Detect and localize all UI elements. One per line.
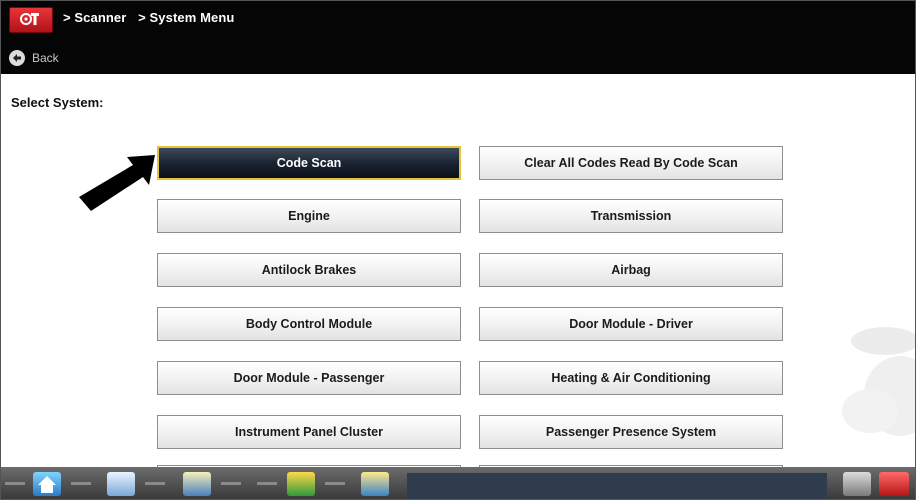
system-button-heating-air-conditioning[interactable]: Heating & Air Conditioning xyxy=(479,361,783,395)
taskbar-separator xyxy=(257,482,277,485)
taskbar-separator xyxy=(325,482,345,485)
taskbar-separator xyxy=(145,482,165,485)
system-button-instrument-panel-cluster[interactable]: Instrument Panel Cluster xyxy=(157,415,461,449)
back-button[interactable]: Back xyxy=(9,48,59,68)
system-button-body-control-module[interactable]: Body Control Module xyxy=(157,307,461,341)
system-button-door-module-driver[interactable]: Door Module - Driver xyxy=(479,307,783,341)
system-button-engine[interactable]: Engine xyxy=(157,199,461,233)
breadcrumb: > Scanner > System Menu xyxy=(63,10,242,25)
system-button-passenger-presence-system[interactable]: Passenger Presence System xyxy=(479,415,783,449)
pointer-arrow-icon xyxy=(79,155,155,211)
taskbar-separator xyxy=(5,482,25,485)
taskbar-separator xyxy=(221,482,241,485)
system-button-antilock-brakes[interactable]: Antilock Brakes xyxy=(157,253,461,287)
breadcrumb-scanner[interactable]: > Scanner xyxy=(63,10,126,25)
header-bar: > Scanner > System Menu Back xyxy=(1,1,915,74)
system-button-airbag[interactable]: Airbag xyxy=(479,253,783,287)
system-button-clear-all-codes[interactable]: Clear All Codes Read By Code Scan xyxy=(479,146,783,180)
tools-icon[interactable] xyxy=(843,472,871,496)
back-label: Back xyxy=(32,51,59,65)
back-arrow-icon xyxy=(9,50,25,66)
select-system-label: Select System: xyxy=(11,95,104,110)
scanner-icon[interactable] xyxy=(879,472,909,496)
system-button-transmission[interactable]: Transmission xyxy=(479,199,783,233)
system-button-code-scan[interactable]: Code Scan xyxy=(157,146,461,180)
taskbar-separator xyxy=(71,482,91,485)
folder-icon[interactable] xyxy=(361,472,389,496)
scanner-window: > Scanner > System Menu Back Select Syst… xyxy=(0,0,916,500)
shop-manager-icon[interactable] xyxy=(183,472,211,496)
breadcrumb-system-menu: > System Menu xyxy=(138,10,235,25)
cloud-background-icon xyxy=(842,327,915,436)
system-button-door-module-passenger[interactable]: Door Module - Passenger xyxy=(157,361,461,395)
toolbox-icon[interactable] xyxy=(287,472,315,496)
vehicle-id-icon[interactable] xyxy=(107,472,135,496)
home-icon[interactable] xyxy=(33,472,61,496)
taskbar xyxy=(1,467,915,499)
scanner-logo-icon xyxy=(9,7,53,33)
taskbar-strip xyxy=(407,473,827,499)
